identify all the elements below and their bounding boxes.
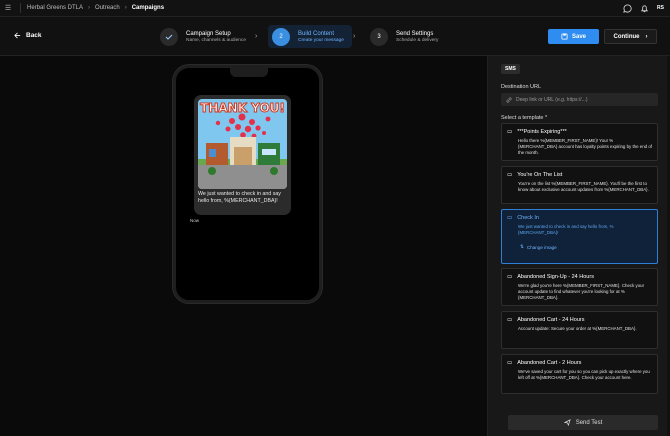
template-body: We've saved your cart for you so you can… [518, 369, 650, 381]
send-test-label: Send Test [575, 419, 603, 426]
change-image-link[interactable]: ⇅ Change image [520, 244, 652, 250]
template-title: You're On The List [517, 172, 563, 178]
channel-tab-sms[interactable]: SMS [501, 64, 520, 74]
step-campaign-setup[interactable]: Campaign Setup Name, channels & audience [160, 25, 246, 48]
save-icon [561, 33, 568, 40]
send-icon [563, 419, 571, 426]
content-panel: SMS Destination URL Deep link or URL (e.… [487, 56, 670, 436]
step-subtitle: Name, channels & audience [186, 37, 246, 43]
bell-icon[interactable] [640, 4, 649, 13]
destination-label: Destination URL [501, 84, 542, 90]
template-body: Hello there %{MEMBER_FIRST_NAME}! Your %… [518, 138, 652, 156]
phone-mockup: THANK YOU! We just wanted to check in an… [173, 65, 322, 303]
step-subtitle: Create your message [298, 37, 344, 43]
chevron-right-icon: › [255, 33, 258, 40]
template-card-points-expiring[interactable]: ▭ ***Points Expiring*** Hello there %{MEM… [501, 123, 658, 161]
save-button[interactable]: Save [548, 29, 599, 44]
message-text: We just wanted to check in and say hello… [198, 191, 281, 204]
chevron-right-icon: › [353, 33, 356, 40]
phone-notch [230, 68, 268, 77]
hamburger-icon[interactable]: ☰ [0, 4, 16, 12]
template-body: We just wanted to check in and say hello… [518, 224, 614, 236]
send-test-button[interactable]: Send Test [508, 415, 658, 430]
message-bubble: THANK YOU! We just wanted to check in an… [194, 95, 291, 215]
message-icon: ▭ [507, 129, 513, 135]
breadcrumb-campaigns: Campaigns [131, 5, 165, 11]
chevron-right-icon: › [124, 5, 127, 11]
step-subtitle: Schedule & delivery [396, 37, 439, 43]
breadcrumb-merchant[interactable]: Herbal Greens DTLA [27, 5, 83, 11]
check-icon [165, 34, 173, 40]
step-number: 3 [370, 27, 388, 46]
back-button[interactable]: Back [14, 32, 42, 39]
template-title: ***Points Expiring*** [517, 129, 567, 135]
step-title: Campaign Setup [186, 30, 231, 37]
template-body: Account update: Secure your order at %{M… [518, 326, 637, 331]
avatar[interactable]: RS [657, 5, 664, 11]
message-icon: ▭ [507, 317, 513, 323]
image-caption: THANK YOU! [200, 101, 286, 116]
link-icon [506, 97, 512, 102]
step-title: Send Settings [396, 30, 434, 37]
template-label: Select a template * [501, 115, 548, 121]
destination-url-input[interactable]: Deep link or URL (e.g. https://...) [501, 93, 658, 106]
message-timestamp: Now [190, 218, 200, 223]
back-label: Back [26, 32, 42, 39]
continue-label: Continue [613, 33, 640, 40]
divider [20, 3, 21, 13]
template-body: You're on the list %{MEMBER_FIRST_NAME}.… [518, 181, 649, 193]
message-icon: ▭ [507, 360, 513, 366]
template-card-check-in[interactable]: ▭ Check In We just wanted to check in and… [501, 209, 658, 264]
step-build-content[interactable]: 2 Build Content Create your message [268, 25, 352, 48]
message-icon: ▭ [507, 215, 513, 221]
template-list: ▭ ***Points Expiring*** Hello there %{MEM… [501, 123, 658, 405]
step-send-settings[interactable]: 3 Send Settings Schedule & delivery [370, 25, 438, 48]
top-bar: ☰ Herbal Greens DTLA › Outreach › Campai… [0, 0, 670, 17]
change-image-label: Change image [526, 244, 557, 250]
chat-icon[interactable] [623, 3, 632, 13]
destination-placeholder: Deep link or URL (e.g. https://...) [516, 96, 588, 103]
stepper-bar: Back Campaign Setup Name, channels & aud… [0, 17, 670, 56]
step-complete-circle [160, 27, 178, 46]
step-number: 2 [272, 27, 290, 46]
message-icon: ▭ [507, 274, 513, 280]
template-body: We're glad you're here %{MEMBER_FIRST_NA… [518, 283, 645, 301]
template-card-abandoned-signup[interactable]: ▭ Abandoned Sign-Up - 24 Hours We're glad… [501, 268, 658, 306]
preview-canvas: THANK YOU! We just wanted to check in an… [0, 56, 487, 436]
template-title: Abandoned Sign-Up - 24 Hours [517, 274, 594, 280]
template-card-abandoned-cart-2[interactable]: ▭ Abandoned Cart - 2 Hours We've saved yo… [501, 354, 658, 394]
send-test-bar: Send Test [488, 408, 670, 436]
breadcrumb-outreach[interactable]: Outreach [95, 5, 120, 11]
arrow-left-icon [14, 32, 21, 39]
template-card-abandoned-cart-24[interactable]: ▭ Abandoned Cart - 24 Hours Account updat… [501, 311, 658, 349]
template-title: Abandoned Cart - 2 Hours [517, 360, 582, 366]
step-title: Build Content [298, 30, 335, 37]
save-label: Save [571, 33, 586, 40]
swap-icon: ⇅ [520, 244, 524, 250]
chevron-right-icon: › [645, 33, 648, 40]
template-title: Abandoned Cart - 24 Hours [517, 317, 585, 323]
template-card-on-the-list[interactable]: ▭ You're On The List You're on the list %… [501, 166, 658, 204]
mms-image: THANK YOU! [198, 99, 287, 189]
chevron-right-icon: › [88, 5, 91, 11]
message-icon: ▭ [507, 172, 513, 178]
template-title: Check In [517, 215, 539, 221]
continue-button[interactable]: Continue › [604, 29, 657, 44]
